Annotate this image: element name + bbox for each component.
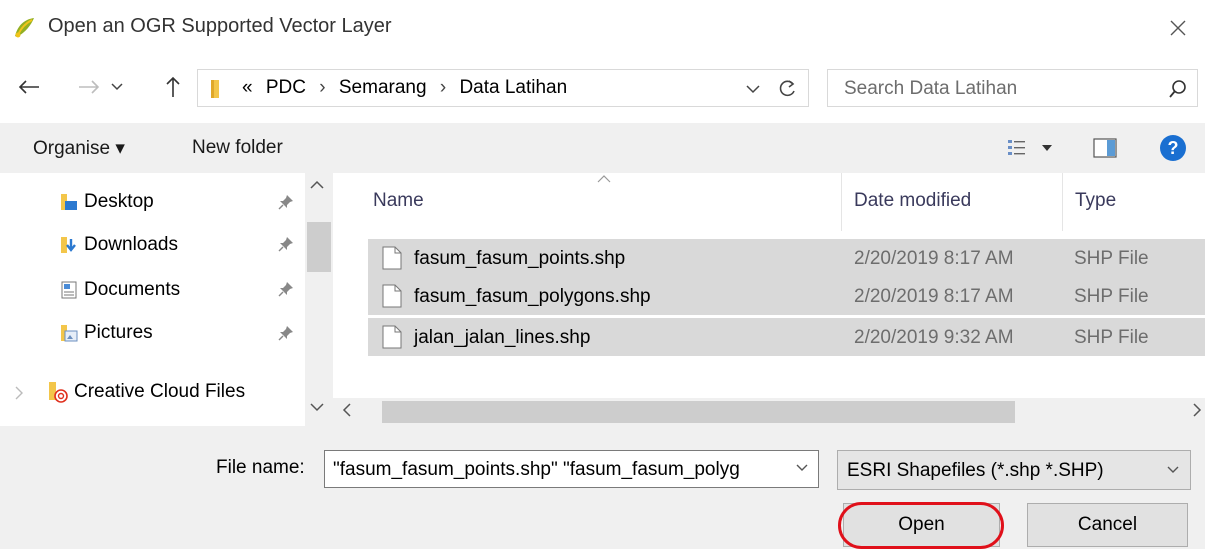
column-header-name[interactable]: Name (373, 190, 424, 212)
file-row[interactable]: fasum_fasum_points.shp 2/20/2019 8:17 AM… (368, 239, 1205, 277)
open-button-highlight-annotation (838, 502, 1004, 549)
downloads-folder-icon (61, 237, 76, 253)
chevron-down-icon[interactable] (795, 461, 809, 475)
pin-icon[interactable] (278, 281, 294, 297)
arrow-up-icon (166, 76, 180, 97)
file-name: fasum_fasum_points.shp (414, 248, 626, 269)
column-header-date-modified[interactable]: Date modified (854, 190, 971, 212)
refresh-icon[interactable] (776, 78, 798, 100)
window-title: Open an OGR Supported Vector Layer (48, 15, 392, 37)
forward-button[interactable] (76, 74, 102, 100)
pictures-folder-icon (61, 325, 78, 342)
file-type: SHP File (1074, 248, 1149, 269)
address-bar[interactable]: « PDC › Semarang › Data Latihan (197, 69, 809, 107)
search-box[interactable]: Search Data Latihan (827, 69, 1198, 107)
file-date: 2/20/2019 9:32 AM (854, 327, 1014, 348)
file-row[interactable]: jalan_jalan_lines.shp 2/20/2019 9:32 AM … (368, 318, 1205, 356)
toolbar: Organise ▾ New folder ? (0, 123, 1205, 173)
breadcrumb-pdc[interactable]: PDC (266, 77, 306, 98)
file-date: 2/20/2019 8:17 AM (854, 248, 1014, 269)
arrow-left-icon (18, 80, 39, 94)
close-button[interactable] (1160, 10, 1196, 46)
file-type-filter-value: ESRI Shapefiles (*.shp *.SHP) (847, 460, 1104, 481)
sidebar-item-creative-cloud[interactable]: Creative Cloud Files (48, 372, 245, 412)
help-icon[interactable]: ? (1159, 134, 1187, 162)
file-name-input[interactable]: "fasum_fasum_points.shp" "fasum_fasum_po… (333, 459, 783, 481)
sidebar-item-documents[interactable]: Documents (60, 270, 180, 310)
scroll-down-icon[interactable] (309, 402, 325, 412)
file-row[interactable]: fasum_fasum_polygons.shp 2/20/2019 8:17 … (368, 277, 1205, 315)
file-icon (382, 325, 402, 349)
file-icon (382, 246, 402, 270)
navigation-scrollbar-thumb[interactable] (307, 222, 331, 272)
file-type: SHP File (1074, 327, 1149, 348)
sidebar-item-label: Desktop (84, 191, 154, 212)
file-icon (382, 284, 402, 308)
file-name: fasum_fasum_polygons.shp (414, 286, 651, 307)
sidebar-item-label: Pictures (84, 322, 153, 343)
title-bar: Open an OGR Supported Vector Layer (0, 0, 1205, 56)
address-dropdown-icon[interactable] (743, 80, 763, 98)
arrow-right-icon (79, 80, 100, 94)
pin-icon[interactable] (278, 194, 294, 210)
pin-icon[interactable] (278, 236, 294, 252)
scroll-left-icon[interactable] (342, 402, 352, 418)
navigation-scrollbar[interactable] (305, 173, 333, 426)
back-button[interactable] (16, 74, 42, 100)
breadcrumb-data-latihan[interactable]: Data Latihan (459, 77, 567, 98)
chevron-right-icon[interactable] (14, 386, 24, 400)
sidebar-item-desktop[interactable]: Desktop (60, 182, 154, 222)
qgis-app-icon (15, 18, 34, 38)
file-type-filter-select[interactable]: ESRI Shapefiles (*.shp *.SHP) (837, 450, 1191, 490)
chevron-down-icon (1167, 466, 1179, 473)
desktop-folder-icon (61, 194, 77, 210)
folder-icon (211, 80, 219, 98)
breadcrumb-overflow[interactable]: « (242, 77, 253, 98)
recent-locations-button[interactable] (108, 74, 126, 100)
breadcrumb: « PDC › Semarang › Data Latihan (242, 77, 567, 99)
up-button[interactable] (160, 74, 186, 100)
preview-pane-icon[interactable] (1093, 138, 1117, 158)
breadcrumb-separator-icon: › (439, 77, 447, 98)
pin-icon[interactable] (278, 325, 294, 341)
creative-cloud-folder-icon (49, 382, 68, 403)
file-date: 2/20/2019 8:17 AM (854, 286, 1014, 307)
sidebar-item-label: Downloads (84, 234, 178, 255)
search-icon[interactable] (1168, 79, 1188, 99)
documents-folder-icon (61, 281, 77, 299)
horizontal-scrollbar-thumb[interactable] (382, 401, 1015, 423)
file-type: SHP File (1074, 286, 1149, 307)
new-folder-button[interactable]: New folder (192, 137, 283, 159)
cancel-button[interactable]: Cancel (1027, 503, 1188, 547)
breadcrumb-semarang[interactable]: Semarang (339, 77, 427, 98)
sidebar-item-pictures[interactable]: Pictures (60, 313, 153, 353)
view-dropdown-icon[interactable] (1042, 145, 1052, 151)
close-icon (1170, 20, 1186, 36)
file-name: jalan_jalan_lines.shp (414, 327, 591, 348)
column-divider[interactable] (841, 173, 842, 231)
file-name-combobox[interactable]: "fasum_fasum_points.shp" "fasum_fasum_po… (324, 450, 819, 488)
view-options-icon[interactable] (1007, 138, 1027, 156)
column-divider[interactable] (1062, 173, 1063, 231)
open-vector-layer-dialog: Open an OGR Supported Vector Layer « PDC… (0, 0, 1205, 549)
organise-button[interactable]: Organise ▾ (33, 137, 125, 160)
column-header-type[interactable]: Type (1075, 190, 1116, 212)
sidebar-item-label: Documents (84, 279, 181, 300)
sidebar-item-downloads[interactable]: Downloads (60, 225, 178, 265)
chevron-down-icon (111, 83, 123, 91)
scroll-up-icon[interactable] (309, 180, 325, 190)
scroll-right-icon[interactable] (1192, 402, 1202, 418)
search-input[interactable]: Search Data Latihan (844, 78, 1017, 100)
sidebar-item-label: Creative Cloud Files (74, 381, 246, 402)
svg-text:?: ? (1168, 138, 1179, 158)
sort-ascending-icon (597, 175, 611, 183)
file-name-label: File name: (216, 457, 305, 478)
breadcrumb-separator-icon: › (319, 77, 326, 98)
